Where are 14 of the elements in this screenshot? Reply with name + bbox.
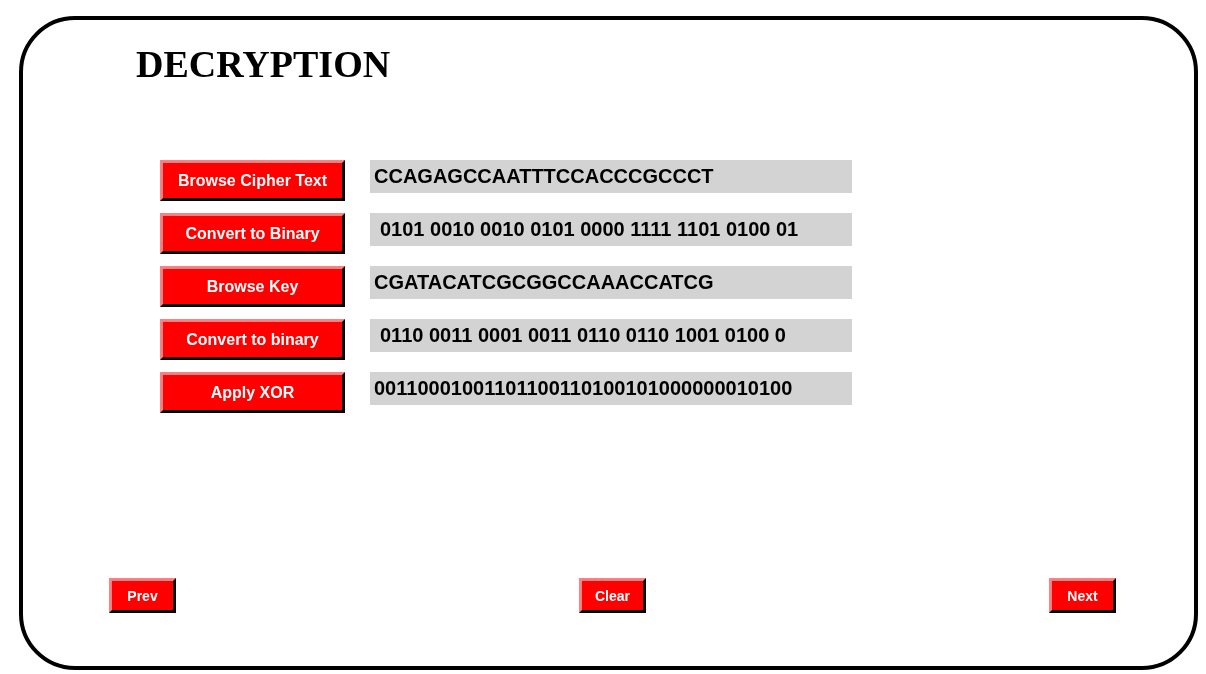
action-button[interactable]: Apply XOR (160, 372, 345, 413)
output-field: 00110001001101100110100101000000010100 (370, 372, 852, 405)
action-button[interactable]: Convert to binary (160, 319, 345, 360)
action-button[interactable]: Browse Cipher Text (160, 160, 345, 201)
action-button[interactable]: Browse Key (160, 266, 345, 307)
page-title: DECRYPTION (136, 42, 392, 86)
action-button[interactable]: Convert to Binary (160, 213, 345, 254)
output-field: CCAGAGCCAATTTCCACCCGCCCT (370, 160, 852, 193)
output-field: 0110 0011 0001 0011 0110 0110 1001 0100 0 (370, 319, 852, 352)
nav-button[interactable]: Next (1049, 578, 1116, 613)
output-field: 0101 0010 0010 0101 0000 1111 1101 0100 01 (370, 213, 852, 246)
nav-button[interactable]: Prev (109, 578, 176, 613)
nav-button[interactable]: Clear (579, 578, 646, 613)
output-field: CGATACATCGCGGCCAAACCATCG (370, 266, 852, 299)
